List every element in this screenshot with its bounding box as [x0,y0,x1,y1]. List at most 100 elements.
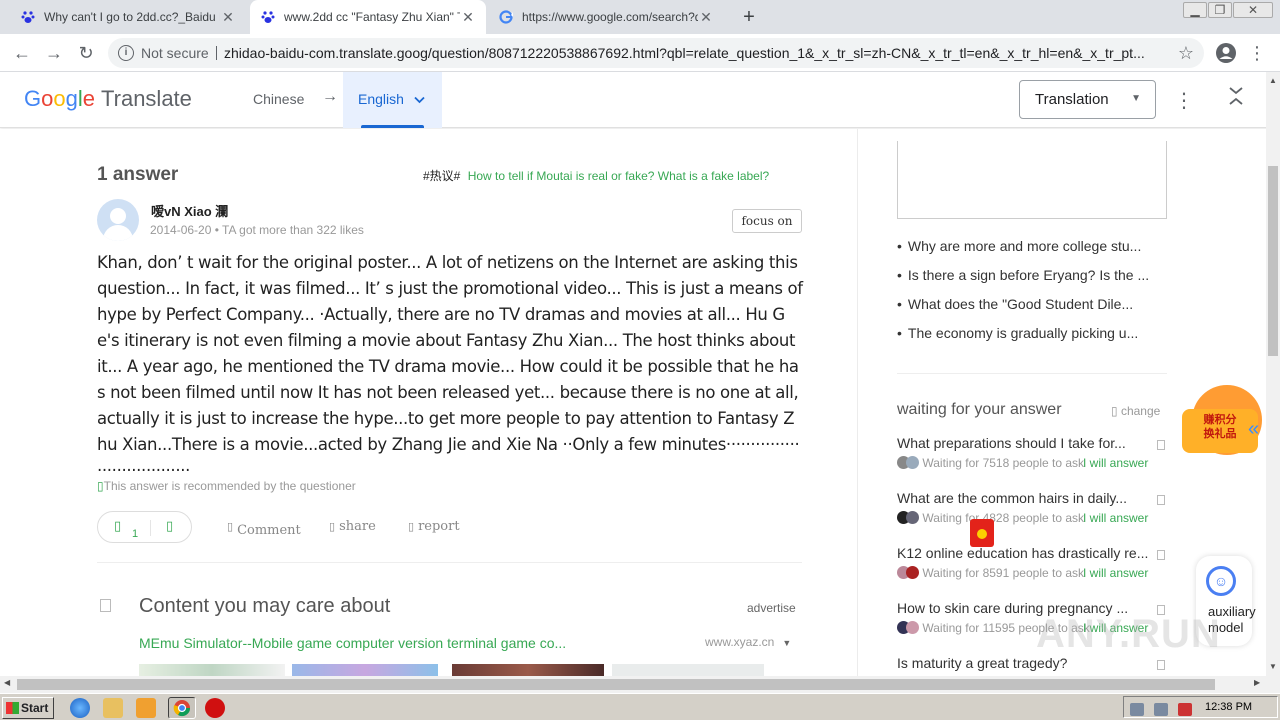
red-packet-icon[interactable] [970,519,994,547]
target-language-tab[interactable]: English [343,72,442,128]
scroll-left-icon[interactable]: ◀ [4,678,10,687]
security-label: Not secure [141,45,209,61]
waiting-section-title: waiting for your answer [897,401,1062,418]
waiting-question[interactable]: K12 online education has drastically re.… [897,545,1167,580]
ad-thumbnail[interactable] [292,664,438,676]
collapse-icon[interactable] [1226,86,1246,107]
browser-menu-icon[interactable]: ⋮ [1246,42,1268,64]
scroll-right-icon[interactable]: ▶ [1254,678,1260,687]
source-language-tab[interactable]: Chinese [253,91,304,107]
scrollbar-thumb[interactable] [17,679,1215,690]
security-alert-icon[interactable] [1178,703,1192,716]
vertical-scrollbar[interactable]: ▲ ▼ [1266,72,1280,676]
share-button[interactable]: ▯ share [329,519,376,534]
maximize-window-button[interactable]: ❐ [1208,2,1232,18]
media-player-icon[interactable] [136,698,156,718]
baidu-paw-icon [260,9,276,25]
chevron-left-icon[interactable]: « [1248,418,1259,441]
close-tab-icon[interactable]: ✕ [460,9,476,26]
author-name[interactable]: 嗳vN Xiao 瀾 [151,201,228,220]
windows-flag-icon [6,702,19,714]
new-tab-button[interactable]: + [738,6,760,29]
i-will-answer-link[interactable]: I will answer [1083,566,1148,580]
ad-link[interactable]: MEmu Simulator--Mobile game computer ver… [139,635,566,651]
i-will-answer-link[interactable]: I will answer [1083,456,1148,470]
ad-thumbnail[interactable] [452,664,604,676]
comment-label: Comment [237,523,301,538]
avatar[interactable] [97,199,139,241]
user-avatar [906,566,919,579]
scrollbar-thumb[interactable] [1268,166,1278,356]
browser-tab-1[interactable]: Why can't I go to 2dd.cc?_Baidu Kno ✕ [10,0,246,34]
comment-button[interactable]: ▯ Comment [227,519,301,538]
report-label: report [418,519,460,534]
close-tab-icon[interactable]: ✕ [698,9,714,26]
change-button[interactable]: ▯ change [1111,404,1160,418]
info-icon[interactable]: i [118,45,134,61]
vote-divider [150,520,151,536]
question-icon [1157,440,1165,450]
start-label: Start [21,701,49,715]
related-question-text: Is there a sign before Eryang? Is the ..… [907,267,1150,283]
profile-avatar-icon[interactable] [1215,42,1237,64]
waiting-question-text[interactable]: What preparations should I take for... [897,435,1149,451]
related-question[interactable]: • Why are more and more college stu... [897,238,1167,254]
ad-thumbnail[interactable] [612,664,764,676]
address-bar[interactable]: i Not secure zhidao-baidu-com.translate.… [108,38,1204,68]
ad-thumbnail[interactable] [139,664,285,676]
forward-arrow-icon[interactable]: → [43,42,65,64]
translation-mode-select[interactable]: Translation ▼ [1019,80,1156,119]
i-will-answer-link[interactable]: I will answer [1083,511,1148,525]
tab-title: https://www.google.com/search?q= [522,10,698,24]
waiting-question-text[interactable]: Is maturity a great tragedy? [897,655,1149,671]
waiting-question[interactable]: What preparations should I take for... W… [897,435,1167,470]
volume-icon[interactable] [1130,703,1144,716]
question-icon [1157,495,1165,505]
section-title: Content you may care about [139,595,391,617]
column-divider [857,129,858,676]
vote-box: ▯ 1 ▯ [97,511,192,543]
horizontal-scrollbar[interactable]: ◀ ▶ [0,676,1280,693]
waiting-people: people to ask [1012,566,1085,580]
more-options-icon[interactable]: ⋮ [1174,88,1194,113]
start-button[interactable]: Start [2,697,54,719]
close-tab-icon[interactable]: ✕ [220,9,236,26]
bookmark-star-icon[interactable]: ☆ [1178,38,1194,68]
windows-taskbar: Start 12:38 PM [0,693,1280,720]
hot-topic-link[interactable]: How to tell if Moutai is real or fake? W… [468,169,769,183]
thumbs-up-icon[interactable]: ▯ [114,518,121,534]
focus-on-button[interactable]: focus on [732,209,802,233]
waiting-question-text[interactable]: What are the common hairs in daily... [897,490,1149,506]
sidebar-ad-box[interactable] [897,141,1167,219]
bullet-icon: • [897,238,902,254]
scroll-up-icon[interactable]: ▲ [1266,76,1280,85]
google-wordmark: Google [24,86,96,111]
related-question[interactable]: • What does the "Good Student Dile... [897,296,1167,312]
chrome-taskbar-button[interactable] [168,697,196,719]
accessibility-icon: ☺ [1206,566,1236,596]
waiting-question[interactable]: Is maturity a great tragedy? [897,655,1167,671]
network-icon[interactable] [1154,703,1168,716]
url-text[interactable]: zhidao-baidu-com.translate.goog/question… [224,38,1164,68]
reload-icon[interactable]: ↻ [75,42,97,64]
related-question[interactable]: • The economy is gradually picking u... [897,325,1167,341]
close-window-button[interactable]: ✕ [1233,2,1273,18]
antivirus-icon[interactable] [205,698,225,718]
dropdown-caret-icon[interactable]: ▼ [782,638,791,648]
page-content: 1 answer #热议# How to tell if Moutai is r… [0,129,1266,676]
points-promo-widget[interactable]: 赚积分 换礼品 « [1174,380,1264,470]
thumbs-down-icon[interactable]: ▯ [166,518,173,534]
back-arrow-icon[interactable]: ← [11,42,33,64]
minimize-window-button[interactable]: ▁ [1183,2,1207,18]
author-meta: 2014-06-20 • TA got more than 322 likes [150,223,364,237]
internet-explorer-icon[interactable] [70,698,90,718]
related-question[interactable]: • Is there a sign before Eryang? Is the .… [897,267,1167,283]
report-button[interactable]: ▯ report [408,519,460,534]
scroll-down-icon[interactable]: ▼ [1266,662,1280,671]
question-icon [1157,550,1165,560]
browser-tab-2[interactable]: www.2dd cc "Fantasy Zhu Xian" TV s ✕ [250,0,486,34]
folder-icon[interactable] [103,698,123,718]
waiting-question[interactable]: What are the common hairs in daily... Wa… [897,490,1167,525]
waiting-question-text[interactable]: K12 online education has drastically re.… [897,545,1149,561]
browser-tab-3[interactable]: https://www.google.com/search?q= ✕ [488,0,724,34]
